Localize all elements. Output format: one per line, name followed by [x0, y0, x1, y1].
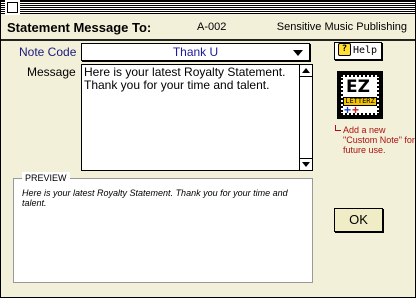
question-icon: ? [338, 42, 351, 56]
dialog-window: Statement Message To: A-002 Sensitive Mu… [0, 0, 416, 298]
custom-note-text: Add a new "Custom Note" for future use. [343, 125, 415, 155]
title-bar[interactable] [1, 1, 415, 14]
plus-icon: + [344, 103, 352, 117]
note-code-label: Note Code [19, 45, 77, 59]
statement-code: A-002 [197, 21, 227, 33]
dialog-title: Statement Message To: [7, 20, 152, 35]
header: Statement Message To: A-002 Sensitive Mu… [1, 15, 415, 41]
preview-box: PREVIEW Here is your latest Royalty Stat… [13, 172, 313, 283]
close-box[interactable] [7, 2, 18, 13]
company-name: Sensitive Music Publishing [276, 21, 407, 33]
ez-letterz-button[interactable]: EZ LETTERZ + + [337, 71, 383, 119]
message-label: Message [27, 65, 76, 79]
message-text[interactable]: Here is your latest Royalty Statement. T… [84, 66, 296, 92]
help-button-label: Help [353, 45, 378, 56]
scroll-up-arrow-icon[interactable] [300, 65, 312, 77]
preview-text: Here is your latest Royalty Statement. T… [22, 188, 288, 208]
preview-legend: PREVIEW [22, 172, 70, 184]
dropdown-arrow-icon [293, 50, 303, 56]
message-textarea[interactable]: Here is your latest Royalty Statement. T… [81, 64, 313, 171]
custom-note-hint: Add a new "Custom Note" for future use. [335, 125, 415, 155]
help-button[interactable]: ? Help [334, 42, 382, 60]
hint-corner-icon [335, 125, 341, 131]
message-scrollbar[interactable] [299, 65, 312, 170]
ez-letterz-logo: EZ LETTERZ + + [341, 75, 379, 117]
note-code-select[interactable]: Thank U [81, 43, 310, 61]
plus-icon-red: + [352, 103, 360, 117]
scroll-down-arrow-icon[interactable] [300, 158, 312, 170]
ez-logo-text: EZ [346, 77, 370, 97]
note-code-value: Thank U [172, 45, 219, 59]
ok-button[interactable]: OK [334, 208, 383, 232]
